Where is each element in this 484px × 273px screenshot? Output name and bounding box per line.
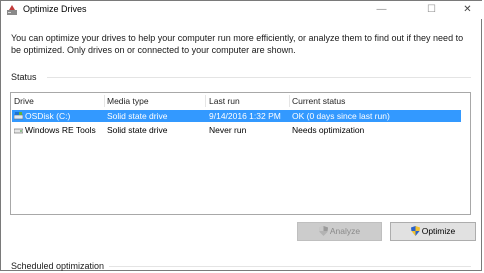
analyze-button-label: Analyze — [329, 226, 361, 236]
optimize-button-label: Optimize — [421, 226, 456, 236]
current-status: OK (0 days since last run) — [292, 111, 390, 121]
optimize-button[interactable]: Optimize — [390, 222, 476, 241]
table-row[interactable]: OSDisk (C:) Solid state drive 9/14/2016 … — [12, 110, 461, 122]
uac-shield-icon — [410, 226, 420, 236]
last-run: Never run — [209, 125, 247, 135]
title-bar: Optimize Drives — ☐ ✕ — [1, 1, 483, 19]
current-status: Needs optimization — [292, 125, 365, 135]
drive-icon — [14, 128, 23, 134]
maximize-button[interactable]: ☐ — [417, 1, 446, 19]
drive-name: Windows RE Tools — [25, 125, 96, 135]
column-separator[interactable] — [104, 95, 105, 107]
description-text: You can optimize your drives to help you… — [11, 33, 464, 55]
column-header-media-type[interactable]: Media type — [107, 96, 149, 106]
uac-shield-icon — [318, 226, 328, 236]
drives-list[interactable]: Drive Media type Last run Current status… — [10, 92, 471, 215]
optimize-drives-icon — [7, 5, 17, 15]
table-row[interactable]: Windows RE Tools Solid state drive Never… — [12, 124, 461, 136]
column-header-drive[interactable]: Drive — [14, 96, 34, 106]
os-drive-icon — [14, 112, 23, 120]
column-header-current-status[interactable]: Current status — [292, 96, 345, 106]
status-divider — [47, 77, 471, 78]
drive-name: OSDisk (C:) — [25, 111, 71, 121]
media-type: Solid state drive — [107, 125, 168, 135]
window-title: Optimize Drives — [23, 4, 87, 14]
scheduled-optimization-label: Scheduled optimization — [11, 261, 105, 271]
column-header-last-run[interactable]: Last run — [209, 96, 240, 106]
column-separator[interactable] — [205, 95, 206, 107]
close-button[interactable]: ✕ — [453, 1, 482, 19]
scheduled-divider — [109, 266, 471, 267]
media-type: Solid state drive — [107, 111, 168, 121]
analyze-button[interactable]: Analyze — [297, 222, 382, 241]
optimize-drives-window: Optimize Drives — ☐ ✕ You can optimize y… — [0, 0, 483, 271]
minimize-button[interactable]: — — [367, 1, 396, 19]
column-separator[interactable] — [289, 95, 290, 107]
last-run: 9/14/2016 1:32 PM — [209, 111, 281, 121]
status-section-label: Status — [11, 72, 37, 82]
